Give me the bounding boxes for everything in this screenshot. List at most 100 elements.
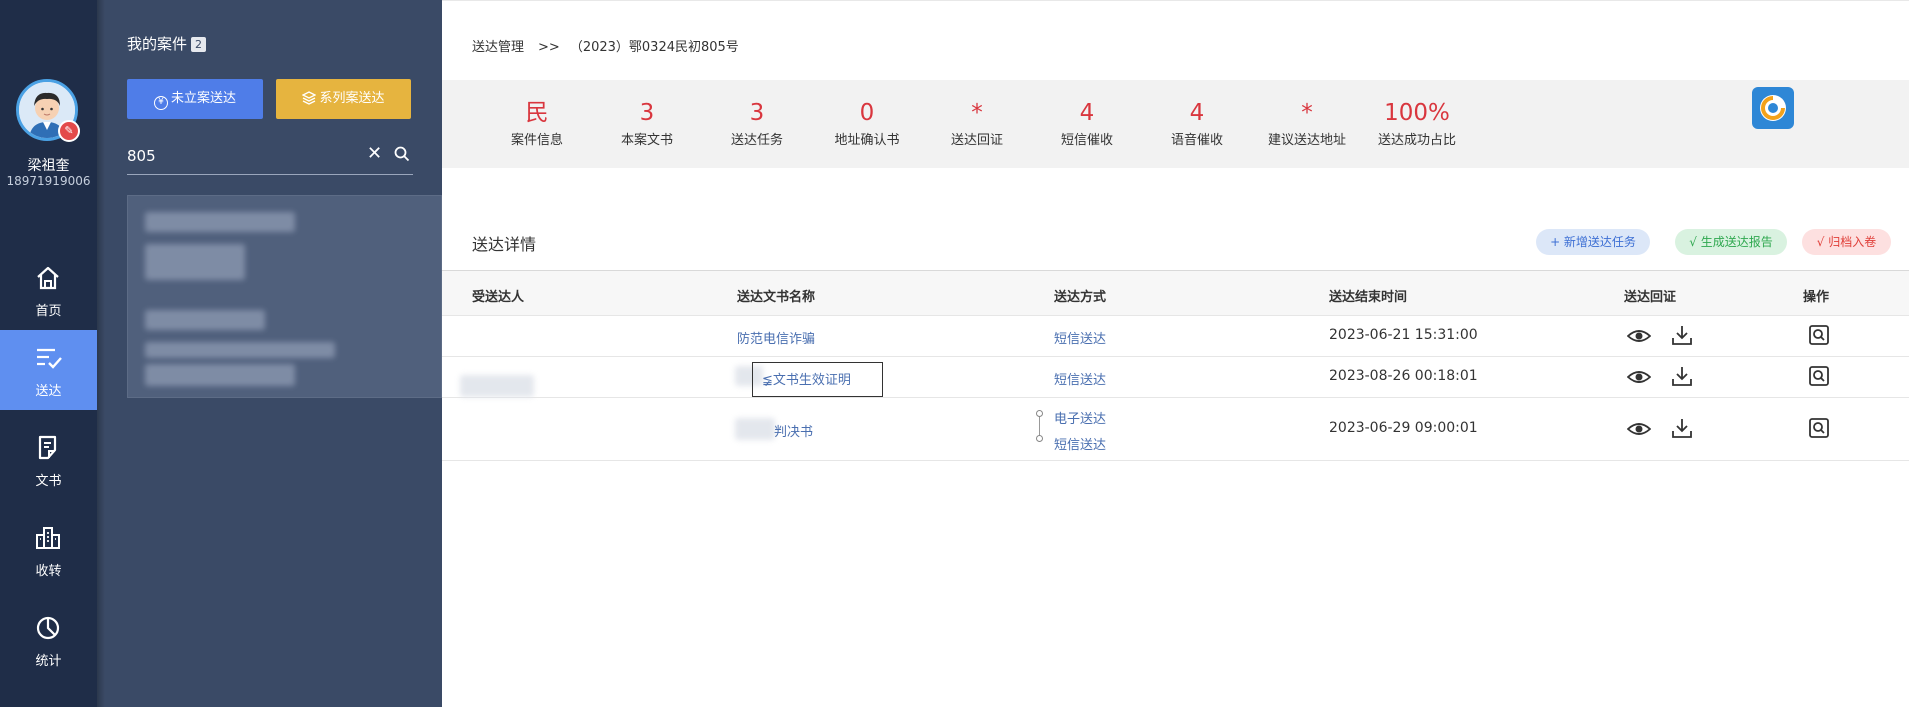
app-logo-icon[interactable] bbox=[1752, 87, 1794, 129]
stat-value: 0 bbox=[859, 100, 875, 126]
stat-value: 100% bbox=[1384, 100, 1450, 126]
layers-icon bbox=[302, 82, 317, 122]
stat-case-documents[interactable]: 3 本案文书 bbox=[592, 100, 702, 148]
edit-avatar-icon[interactable]: ✎ bbox=[58, 120, 80, 142]
add-delivery-task-button[interactable]: + 新增送达任务 bbox=[1536, 229, 1650, 255]
redacted-text bbox=[145, 342, 335, 358]
search-icon[interactable] bbox=[394, 146, 410, 162]
stats-bar: 民案件信息 3 本案文书 3 送达任务 0 地址确认书 * 送达回证 4 短信催收 4 语音… bbox=[442, 80, 1909, 168]
stat-case-info[interactable]: 民案件信息 bbox=[482, 100, 592, 148]
stat-label: 建议送达地址 bbox=[1267, 133, 1346, 148]
nav-label: 收转 bbox=[35, 564, 62, 579]
col-actions: 操作 bbox=[1803, 290, 1830, 305]
table-header: 受送达人 送达文书名称 送达方式 送达结束时间 送达回证 操作 bbox=[442, 270, 1909, 316]
document-link[interactable]: 防范电信诈骗 bbox=[737, 328, 815, 347]
preview-icon[interactable] bbox=[1808, 365, 1830, 387]
breadcrumb-case: （2023）鄂0324民初805号 bbox=[569, 40, 739, 55]
series-delivery-label: 系列案送达 bbox=[319, 91, 385, 106]
stat-value: 民 bbox=[525, 100, 549, 126]
stat-label: 本案文书 bbox=[620, 133, 673, 148]
stat-delivery-receipt[interactable]: * 送达回证 bbox=[922, 100, 1032, 148]
case-panel: 我的案件2 ¥未立案送达 系列案送达 ✕ bbox=[97, 0, 442, 707]
download-icon[interactable] bbox=[1671, 417, 1693, 439]
end-time: 2023-06-21 15:31:00 bbox=[1329, 327, 1478, 343]
stat-label: 送达回证 bbox=[950, 133, 1003, 148]
col-document-name: 送达文书名称 bbox=[737, 290, 816, 305]
top-divider bbox=[442, 0, 1909, 1]
stat-label: 地址确认书 bbox=[834, 133, 900, 148]
stat-sms-reminder[interactable]: 4 短信催收 bbox=[1032, 100, 1142, 148]
nav-item-deliver[interactable]: 送达 bbox=[0, 330, 97, 410]
selection-highlight bbox=[752, 362, 883, 397]
nav-item-home[interactable]: 首页 bbox=[0, 250, 97, 330]
stat-label: 语音催收 bbox=[1170, 133, 1223, 148]
case-list-item[interactable] bbox=[127, 195, 442, 398]
redacted-text bbox=[145, 244, 245, 280]
col-delivery-method: 送达方式 bbox=[1054, 290, 1107, 305]
delivery-method[interactable]: 短信送达 bbox=[1054, 434, 1106, 453]
end-time: 2023-08-26 00:18:01 bbox=[1329, 368, 1478, 384]
stat-delivery-tasks[interactable]: 3 送达任务 bbox=[702, 100, 812, 148]
document-link[interactable]: 判决书 bbox=[774, 421, 813, 440]
clear-icon[interactable]: ✕ bbox=[367, 144, 382, 164]
nav-label: 统计 bbox=[35, 654, 62, 669]
panel-title-text: 我的案件 bbox=[127, 35, 188, 53]
stat-value: * bbox=[1301, 100, 1313, 126]
stat-label: 送达成功占比 bbox=[1377, 133, 1456, 148]
delivery-method[interactable]: 短信送达 bbox=[1054, 369, 1106, 388]
case-search-input[interactable] bbox=[127, 143, 367, 169]
unfiled-delivery-button[interactable]: ¥ 未立案送达 bbox=[127, 79, 263, 119]
preview-icon[interactable] bbox=[1808, 324, 1830, 346]
view-icon[interactable] bbox=[1627, 418, 1651, 440]
stat-label: 短信催收 bbox=[1060, 133, 1113, 148]
search-underline bbox=[127, 174, 413, 175]
col-recipient: 受送达人 bbox=[472, 290, 525, 305]
delivery-method[interactable]: 电子送达 bbox=[1054, 408, 1106, 427]
redacted-recipient bbox=[460, 375, 534, 397]
stat-success-rate[interactable]: 100% 送达成功占比 bbox=[1362, 100, 1472, 148]
table-row: 判决书 电子送达 短信送达 2023-06-29 09:00:01 bbox=[442, 398, 1909, 461]
series-delivery-button[interactable]: 系列案送达 bbox=[276, 79, 411, 119]
redacted-text bbox=[145, 212, 295, 232]
redacted-text bbox=[145, 310, 265, 330]
table-row: 防范电信诈骗 短信送达 2023-06-21 15:31:00 bbox=[442, 316, 1909, 357]
section-title: 送达详情 bbox=[472, 235, 537, 254]
archive-button[interactable]: √ 归档入卷 bbox=[1802, 229, 1891, 255]
deliver-check-icon bbox=[37, 348, 62, 369]
nav-item-documents[interactable]: 文书 bbox=[0, 420, 97, 500]
unfiled-delivery-label: 未立案送达 bbox=[170, 91, 236, 106]
document-icon bbox=[38, 435, 57, 460]
view-icon[interactable] bbox=[1627, 325, 1651, 347]
breadcrumb-root[interactable]: 送达管理 bbox=[472, 40, 524, 55]
download-icon[interactable] bbox=[1671, 365, 1693, 387]
home-icon bbox=[37, 266, 59, 290]
case-count-badge: 2 bbox=[191, 37, 207, 52]
left-nav: ✎ 梁祖奎 18971919006 首页 送达 文书 收转 统计 bbox=[0, 0, 97, 707]
delivery-method[interactable]: 短信送达 bbox=[1054, 328, 1106, 347]
main-content: 送达管理 >> （2023）鄂0324民初805号 民案件信息 3 本案文书 3 送达任… bbox=[442, 0, 1909, 707]
user-name: 梁祖奎 bbox=[27, 158, 70, 174]
breadcrumb: 送达管理 >> （2023）鄂0324民初805号 bbox=[472, 36, 739, 55]
stat-address-confirm[interactable]: 0 地址确认书 bbox=[812, 100, 922, 148]
view-icon[interactable] bbox=[1627, 366, 1651, 388]
nav-item-statistics[interactable]: 统计 bbox=[0, 600, 97, 680]
stat-voice-reminder[interactable]: 4 语音催收 bbox=[1142, 100, 1252, 148]
nav-label: 送达 bbox=[35, 384, 62, 399]
redacted-text bbox=[145, 364, 295, 386]
nav-item-receive-transfer[interactable]: 收转 bbox=[0, 510, 97, 590]
stat-value: 4 bbox=[1079, 100, 1095, 126]
breadcrumb-separator: >> bbox=[538, 40, 560, 55]
col-receipt: 送达回证 bbox=[1624, 290, 1677, 305]
preview-icon[interactable] bbox=[1808, 417, 1830, 439]
redacted-text bbox=[735, 418, 775, 440]
generate-report-button[interactable]: √ 生成送达报告 bbox=[1675, 229, 1787, 255]
timeline-dot bbox=[1036, 410, 1043, 417]
stat-value: 3 bbox=[749, 100, 765, 126]
stat-value: * bbox=[971, 100, 983, 126]
stat-label: 案件信息 bbox=[510, 133, 563, 148]
timeline-dot bbox=[1036, 435, 1043, 442]
nav-label: 首页 bbox=[35, 304, 62, 319]
download-icon[interactable] bbox=[1671, 324, 1693, 346]
stat-label: 送达任务 bbox=[730, 133, 783, 148]
stat-suggested-address[interactable]: * 建议送达地址 bbox=[1252, 100, 1362, 148]
